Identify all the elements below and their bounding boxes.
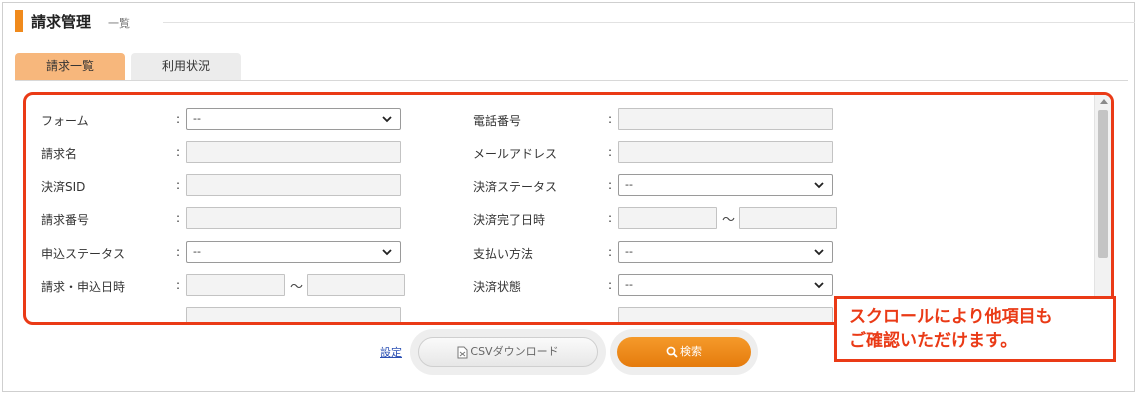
payment-sid-input[interactable] <box>186 174 401 196</box>
page-subtitle: 一覧 <box>108 17 130 30</box>
form-label-billing-number: 請求番号 <box>41 213 90 227</box>
header-divider <box>163 22 1135 23</box>
colon: : <box>176 245 181 259</box>
billing-number-input[interactable] <box>186 207 401 229</box>
file-csv-icon <box>457 346 468 358</box>
billing-name-input[interactable] <box>186 141 401 163</box>
callout-line-2: ご確認いただけます。 <box>849 331 1018 351</box>
search-form: フォーム : -- 請求名 : 決済SID : 請求番号 : 申込ステータス :… <box>26 95 1096 322</box>
tab-billing-list[interactable]: 請求一覧 <box>15 53 125 80</box>
payment-method-select[interactable]: -- <box>618 241 833 263</box>
colon: : <box>176 112 181 126</box>
select-value: -- <box>625 178 633 191</box>
chevron-down-icon <box>814 182 824 189</box>
scrollbar-thumb[interactable] <box>1098 110 1108 258</box>
callout-text: スクロールにより他項目も ご確認いただけます。 <box>849 305 1053 353</box>
form-select[interactable]: -- <box>186 108 401 130</box>
partial-next-field[interactable] <box>618 307 833 322</box>
search-button-halo: 検索 <box>610 329 758 375</box>
billing-date-from-input[interactable] <box>186 274 285 296</box>
form-label-billing-name: 請求名 <box>41 147 78 161</box>
chevron-down-icon <box>382 116 392 123</box>
select-value: -- <box>625 278 633 291</box>
callout-line-1: スクロールにより他項目も <box>849 307 1053 327</box>
search-panel: フォーム : -- 請求名 : 決済SID : 請求番号 : 申込ステータス :… <box>23 92 1114 325</box>
range-separator: ～ <box>290 280 304 295</box>
vertical-scrollbar[interactable] <box>1094 95 1111 322</box>
billing-date-to-input[interactable] <box>307 274 405 296</box>
partial-next-field[interactable] <box>186 307 401 322</box>
select-value: -- <box>193 112 201 125</box>
form-label-email: メールアドレス <box>473 147 558 161</box>
header-accent-bar <box>15 10 23 32</box>
range-separator: ～ <box>722 213 736 228</box>
scroll-hint-callout: スクロールにより他項目も ご確認いただけます。 <box>834 296 1116 362</box>
settings-link[interactable]: 設定 <box>380 344 402 360</box>
application-status-select[interactable]: -- <box>186 241 401 263</box>
select-value: -- <box>193 245 201 258</box>
payment-status-select[interactable]: -- <box>618 174 833 196</box>
payment-state-select[interactable]: -- <box>618 274 833 296</box>
form-label-payment-status: 決済ステータス <box>473 180 558 194</box>
colon: : <box>176 278 181 292</box>
form-label-form: フォーム <box>41 114 89 128</box>
colon: : <box>176 145 181 159</box>
select-value: -- <box>625 245 633 258</box>
tab-usage-status[interactable]: 利用状況 <box>131 53 241 80</box>
chevron-down-icon <box>814 249 824 256</box>
csv-download-label: CSVダウンロード <box>470 345 559 358</box>
page-header: 請求管理 一覧 <box>15 9 1135 33</box>
payment-completed-from-input[interactable] <box>618 207 717 229</box>
search-label: 検索 <box>680 345 702 358</box>
colon: : <box>608 145 613 159</box>
colon: : <box>608 211 613 225</box>
form-label-billing-date: 請求・申込日時 <box>41 280 126 294</box>
colon: : <box>608 178 613 192</box>
email-input[interactable] <box>618 141 833 163</box>
colon: : <box>176 211 181 225</box>
chevron-down-icon <box>382 249 392 256</box>
chevron-down-icon <box>814 282 824 289</box>
colon: : <box>608 112 613 126</box>
phone-input[interactable] <box>618 108 833 130</box>
colon: : <box>176 178 181 192</box>
colon: : <box>608 245 613 259</box>
form-label-payment-completed: 決済完了日時 <box>473 213 546 227</box>
form-label-application-status: 申込ステータス <box>41 247 126 261</box>
csv-download-button[interactable]: CSVダウンロード <box>418 337 598 367</box>
scroll-up-arrow-icon[interactable] <box>1100 99 1108 104</box>
page-title: 請求管理 <box>31 13 92 31</box>
tab-divider <box>15 80 1128 81</box>
form-label-payment-state: 決済状態 <box>473 280 522 294</box>
form-label-payment-method: 支払い方法 <box>473 247 534 261</box>
payment-completed-to-input[interactable] <box>739 207 837 229</box>
form-label-phone: 電話番号 <box>473 114 522 128</box>
colon: : <box>608 278 613 292</box>
form-label-payment-sid: 決済SID <box>41 180 86 194</box>
search-button[interactable]: 検索 <box>617 337 751 367</box>
csv-button-halo: CSVダウンロード <box>410 329 606 375</box>
magnifier-icon <box>666 346 678 358</box>
